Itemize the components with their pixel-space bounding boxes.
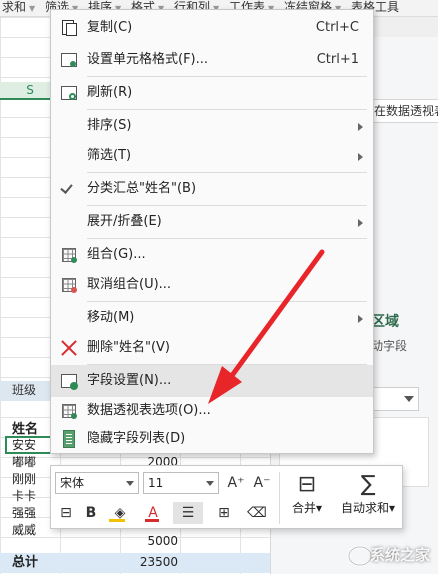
menu-item-format-cells[interactable]: 设置单元格格式(F)... Ctrl+1 — [51, 44, 373, 76]
row-name[interactable]: 安安 — [12, 438, 36, 453]
row-value[interactable]: 5000 — [140, 534, 178, 549]
shortcut-label: Ctrl+C — [315, 20, 359, 35]
merge-label: 合并▾ — [291, 501, 323, 515]
format-painter-icon[interactable]: ⊟ — [55, 502, 77, 524]
menu-item-move[interactable]: 移动(M) — [51, 302, 373, 334]
bold-button[interactable]: B — [81, 502, 101, 524]
menu-item-label: 分类汇总"姓名"(B) — [87, 181, 197, 196]
menu-item-label: 刷新(R) — [87, 85, 133, 100]
pivot-area-title: 区域 — [371, 314, 399, 330]
field-list-icon — [60, 430, 78, 448]
format-cells-icon — [60, 51, 78, 69]
menu-item-label: 排序(S) — [87, 118, 132, 133]
pivot-area-subtitle: 动字段 — [371, 339, 408, 353]
delete-x-icon — [60, 339, 78, 357]
grow-font-button[interactable]: A⁺ — [225, 472, 247, 494]
clear-format-icon[interactable]: ⌫ — [245, 502, 269, 524]
group-icon — [60, 246, 78, 264]
menu-item-refresh[interactable]: 刷新(R) — [51, 77, 373, 109]
menu-item-label: 取消组合(U)... — [87, 277, 172, 292]
menu-item-label: 复制(C) — [87, 20, 133, 35]
menu-item-sort[interactable]: 排序(S) — [51, 110, 373, 142]
font-size-value: 11 — [148, 476, 164, 490]
fill-color-icon[interactable]: ◈ — [105, 502, 135, 524]
align-center-icon[interactable]: ☰ — [173, 502, 203, 524]
font-color-icon[interactable]: A — [139, 502, 167, 524]
autosum-button[interactable]: ∑ 自动求和▾ — [335, 472, 401, 524]
row-name[interactable]: 强强 — [12, 506, 36, 521]
menu-item-expand-collapse[interactable]: 展开/折叠(E) — [51, 206, 373, 238]
merge-cells-icon: ⊟ — [297, 472, 317, 497]
submenu-arrow-icon — [358, 315, 363, 323]
field-settings-icon — [60, 372, 78, 390]
submenu-arrow-icon — [358, 219, 363, 227]
border-icon[interactable]: ⊞ — [209, 502, 239, 524]
context-menu: 复制(C) Ctrl+C 设置单元格格式(F)... Ctrl+1 刷新(R) … — [50, 9, 374, 454]
menu-item-ungroup[interactable]: 取消组合(U)... — [51, 269, 373, 301]
shortcut-label: Ctrl+1 — [316, 52, 359, 67]
row-name[interactable]: 卡卡 — [12, 489, 36, 504]
merge-button[interactable]: ⊟ 合并▾ — [283, 472, 331, 524]
chevron-down-icon — [126, 481, 134, 486]
ribbon-tab-sum[interactable]: 求和 — [0, 0, 29, 14]
watermark-text: 系统之家 — [370, 546, 431, 564]
total-label[interactable]: 总计 — [12, 555, 38, 570]
menu-item-subtotal[interactable]: 分类汇总"姓名"(B) — [51, 173, 373, 205]
menu-item-delete-field[interactable]: 删除"姓名"(V) — [51, 332, 373, 364]
menu-item-label: 筛选(T) — [87, 148, 132, 163]
total-value[interactable]: 23500 — [130, 555, 178, 570]
menu-item-label: 设置单元格格式(F)... — [87, 52, 209, 67]
font-name-dropdown[interactable]: 宋体 — [55, 472, 139, 494]
pivot-table-tab[interactable]: 在数据透视表 — [371, 99, 438, 123]
font-size-dropdown[interactable]: 11 — [143, 472, 219, 494]
ungroup-icon — [60, 276, 78, 294]
copy-icon — [60, 19, 78, 37]
menu-item-label: 删除"姓名"(V) — [87, 340, 170, 355]
row-name[interactable]: 威威 — [12, 523, 36, 538]
menu-item-label: 展开/折叠(E) — [87, 214, 162, 229]
row-name[interactable]: 嘟嘟 — [12, 455, 36, 470]
chevron-down-icon — [206, 481, 214, 486]
refresh-icon — [60, 84, 78, 102]
menu-item-label: 移动(M) — [87, 310, 135, 325]
sigma-icon: ∑ — [360, 472, 376, 497]
menu-item-label: 组合(G)... — [87, 247, 146, 262]
menu-item-label: 隐藏字段列表(D) — [87, 431, 186, 446]
row-name[interactable]: 刚刚 — [12, 472, 36, 487]
menu-item-label: 字段设置(N)... — [87, 373, 172, 388]
menu-item-hide-field-list[interactable]: 隐藏字段列表(D) — [51, 423, 373, 455]
submenu-arrow-icon — [358, 153, 363, 161]
menu-item-field-settings[interactable]: 字段设置(N)... — [51, 365, 373, 397]
menu-item-group[interactable]: 组合(G)... — [51, 239, 373, 271]
autosum-label: 自动求和▾ — [340, 501, 396, 515]
toolbar-divider — [279, 472, 280, 524]
submenu-arrow-icon — [358, 123, 363, 131]
menu-item-filter[interactable]: 筛选(T) — [51, 140, 373, 172]
header-name-cell[interactable]: 姓名 — [12, 422, 38, 437]
font-name-value: 宋体 — [60, 476, 85, 490]
pivot-options-icon — [60, 402, 78, 420]
menu-item-copy[interactable]: 复制(C) Ctrl+C — [51, 12, 373, 44]
shrink-font-button[interactable]: A⁻ — [251, 472, 273, 494]
band-label[interactable]: 班级 — [12, 383, 36, 398]
checkmark-icon — [60, 180, 78, 198]
chevron-down-icon — [404, 396, 414, 402]
